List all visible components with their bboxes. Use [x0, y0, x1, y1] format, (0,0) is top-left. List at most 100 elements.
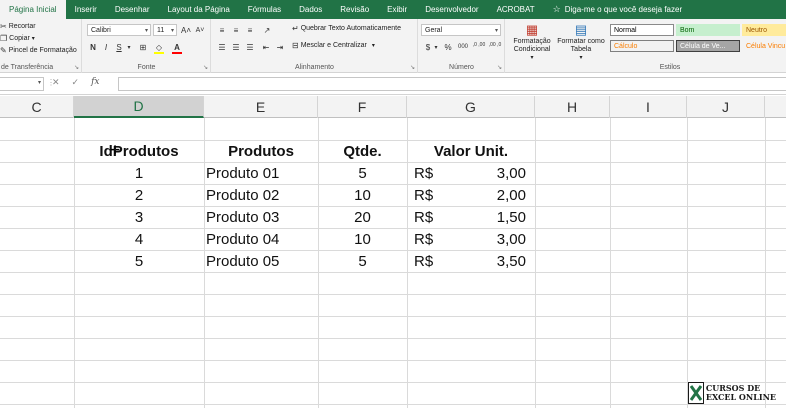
column-header-g[interactable]: G: [407, 96, 535, 118]
style-celula-vinculada[interactable]: Célula Vincu: [742, 40, 786, 52]
formula-input[interactable]: [118, 77, 786, 91]
style-normal[interactable]: Normal: [610, 24, 674, 36]
column-header-h[interactable]: H: [535, 96, 610, 118]
tab-formulas[interactable]: Fórmulas: [239, 0, 290, 19]
cell-qty[interactable]: 5: [318, 162, 407, 184]
decrease-indent-icon[interactable]: ⇤: [260, 41, 272, 53]
column-header-f[interactable]: F: [318, 96, 407, 118]
chevron-down-icon[interactable]: ▾: [433, 41, 439, 53]
align-middle-icon[interactable]: ≡: [230, 24, 242, 36]
cell-price[interactable]: 3,00: [440, 162, 526, 184]
worksheet-grid[interactable]: IdProdutos Produtos Qtde. Valor Unit. ✛ …: [0, 118, 786, 408]
increase-decimal-button[interactable]: ,0 ,00: [472, 39, 486, 51]
alignment-group: ≡ ≡ ≡ ↗ ☰ ☰ ☰ ⇤ ⇥ ↵ Quebrar Texto Automa…: [212, 19, 418, 73]
dialog-launcher-icon[interactable]: ↘: [74, 64, 79, 71]
cell-id[interactable]: 5: [74, 250, 204, 272]
cell-id[interactable]: 2: [74, 184, 204, 206]
thousands-button[interactable]: 000: [456, 41, 470, 53]
align-bottom-icon[interactable]: ≡: [244, 24, 256, 36]
gridline: [0, 272, 786, 273]
dialog-launcher-icon[interactable]: ↘: [410, 64, 415, 71]
tab-inserir[interactable]: Inserir: [66, 0, 106, 19]
chevron-down-icon[interactable]: ▾: [125, 41, 133, 53]
underline-button[interactable]: S: [114, 41, 124, 53]
borders-icon[interactable]: ⊞: [137, 41, 149, 53]
header-qtde[interactable]: Qtde.: [318, 140, 407, 162]
cell-qty[interactable]: 20: [318, 206, 407, 228]
tab-pagina-inicial[interactable]: Página Inicial: [0, 0, 66, 19]
formula-bar: ▾ ⋮ ✕ ✓ fx: [0, 73, 786, 95]
tab-acrobat[interactable]: ACROBAT: [488, 0, 544, 19]
tab-revisao[interactable]: Revisão: [331, 0, 378, 19]
align-center-icon[interactable]: ☰: [230, 41, 242, 53]
column-header-d[interactable]: D: [74, 96, 204, 118]
percent-button[interactable]: %: [442, 41, 454, 53]
column-header-i[interactable]: I: [610, 96, 687, 118]
style-calculo[interactable]: Cálculo: [610, 40, 674, 52]
format-painter-button[interactable]: ✎ Pincel de Formatação: [0, 46, 77, 55]
tab-exibir[interactable]: Exibir: [378, 0, 416, 19]
font-group: Calibri ▾ 11 ▾ A˄ A˅ N I S ▾ ⊞ ◇ A Fonte…: [83, 19, 211, 73]
merge-center-button[interactable]: ⊟ Mesclar e Centralizar ▾: [292, 41, 375, 50]
column-header-k[interactable]: [765, 96, 786, 118]
cell-product[interactable]: Produto 02: [206, 184, 318, 206]
format-as-table-button[interactable]: ▤ Formatar como Tabela ▾: [556, 22, 606, 61]
insert-function-icon[interactable]: fx: [91, 77, 99, 88]
cut-button[interactable]: ✂ Recortar: [0, 22, 36, 31]
column-header-j[interactable]: J: [687, 96, 765, 118]
header-valor-unit[interactable]: Valor Unit.: [407, 140, 535, 162]
style-bom[interactable]: Bom: [676, 24, 740, 36]
cell-id[interactable]: 4: [74, 228, 204, 250]
number-format-combo[interactable]: Geral ▾: [421, 24, 501, 36]
alignment-group-label: Alinhamento: [295, 64, 334, 71]
header-produtos[interactable]: Produtos: [204, 140, 318, 162]
cell-qty[interactable]: 10: [318, 184, 407, 206]
name-box[interactable]: ▾: [0, 77, 44, 91]
ribbon-tab-bar: Página Inicial Inserir Desenhar Layout d…: [0, 0, 786, 19]
font-name-combo[interactable]: Calibri ▾: [87, 24, 151, 36]
decrease-decimal-button[interactable]: ,00 ,0: [488, 39, 502, 51]
copy-button[interactable]: ❐ Copiar ▾: [0, 34, 35, 43]
number-group-label: Número: [449, 64, 474, 71]
tab-desenhar[interactable]: Desenhar: [106, 0, 159, 19]
font-group-label: Fonte: [137, 64, 156, 71]
style-celula-verificacao[interactable]: Célula de Ve...: [676, 40, 740, 52]
bold-button[interactable]: N: [88, 41, 98, 53]
dialog-launcher-icon[interactable]: ↘: [497, 64, 502, 71]
cell-product[interactable]: Produto 05: [206, 250, 318, 272]
cell-price[interactable]: 3,50: [440, 250, 526, 272]
cell-qty[interactable]: 10: [318, 228, 407, 250]
cell-qty[interactable]: 5: [318, 250, 407, 272]
cell-product[interactable]: Produto 04: [206, 228, 318, 250]
align-left-icon[interactable]: ☰: [216, 41, 228, 53]
header-id-produtos[interactable]: IdProdutos: [74, 140, 204, 162]
column-header-e[interactable]: E: [204, 96, 318, 118]
cell-price[interactable]: 3,00: [440, 228, 526, 250]
cell-product[interactable]: Produto 01: [206, 162, 318, 184]
tell-me-box[interactable]: ☆ Diga-me o que você deseja fazer: [544, 0, 691, 19]
grow-font-button[interactable]: A˄: [180, 24, 192, 36]
check-icon[interactable]: ✓: [72, 77, 80, 88]
align-right-icon[interactable]: ☰: [244, 41, 256, 53]
wrap-text-button[interactable]: ↵ Quebrar Texto Automaticamente: [292, 24, 401, 33]
tab-layout-da-pagina[interactable]: Layout da Página: [159, 0, 239, 19]
cell-id[interactable]: 3: [74, 206, 204, 228]
tab-desenvolvedor[interactable]: Desenvolvedor: [416, 0, 487, 19]
align-top-icon[interactable]: ≡: [216, 24, 228, 36]
orientation-icon[interactable]: ↗: [260, 24, 274, 36]
font-size-combo[interactable]: 11 ▾: [153, 24, 177, 36]
cell-product[interactable]: Produto 03: [206, 206, 318, 228]
cell-id[interactable]: 1: [74, 162, 204, 184]
increase-indent-icon[interactable]: ⇥: [274, 41, 286, 53]
shrink-font-button[interactable]: A˅: [194, 24, 206, 36]
cancel-icon[interactable]: ✕: [52, 77, 60, 88]
cell-price[interactable]: 2,00: [440, 184, 526, 206]
style-neutro[interactable]: Neutro: [742, 24, 786, 36]
italic-button[interactable]: I: [101, 41, 111, 53]
dialog-launcher-icon[interactable]: ↘: [203, 64, 208, 71]
conditional-formatting-button[interactable]: ▦ Formatação Condicional ▾: [510, 22, 554, 61]
column-header-c[interactable]: C: [0, 96, 74, 118]
cell-price[interactable]: 1,50: [440, 206, 526, 228]
tab-dados[interactable]: Dados: [290, 0, 331, 19]
ribbon: ✂ Recortar ❐ Copiar ▾ ✎ Pincel de Format…: [0, 19, 786, 73]
